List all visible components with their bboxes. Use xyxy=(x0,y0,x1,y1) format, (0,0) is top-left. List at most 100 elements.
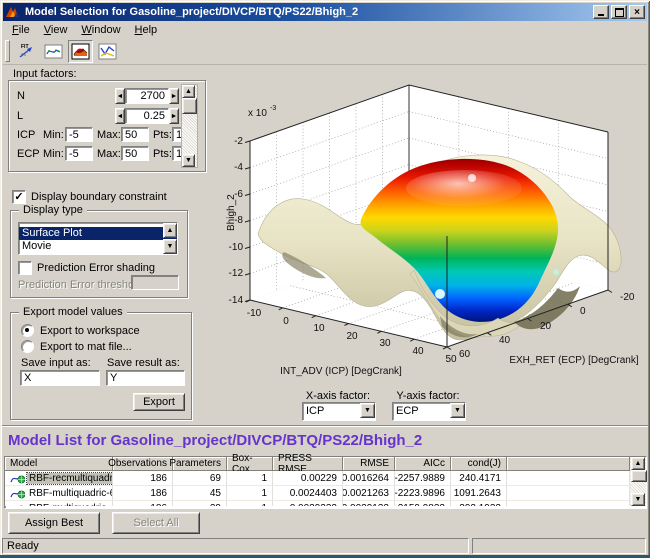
model-name[interactable]: RBF-recmultiquadric-80 xyxy=(27,473,113,484)
svg-text:-4: -4 xyxy=(234,162,243,173)
status-text: Ready xyxy=(7,540,39,552)
specular-dot xyxy=(435,289,445,299)
ecp-max-field[interactable] xyxy=(121,146,149,161)
scroll-up-button[interactable]: ▲ xyxy=(631,457,645,470)
y-axis-dropdown-arrow-icon[interactable]: ▼ xyxy=(450,403,465,418)
model-icon xyxy=(10,473,25,484)
input-factors-scrollbar[interactable]: ▲ ▼ xyxy=(181,84,198,168)
column-observations[interactable]: Observations xyxy=(113,457,173,471)
svg-text:20: 20 xyxy=(540,321,552,332)
plot-data-button[interactable] xyxy=(41,40,66,63)
list-scroll-up-button[interactable]: ▲ xyxy=(163,223,177,238)
pane-divider[interactable] xyxy=(2,425,648,427)
factor-l-label: L xyxy=(17,110,23,122)
column-boxcox[interactable]: Box-Cox xyxy=(227,457,273,471)
toolbar-grip[interactable] xyxy=(5,40,10,62)
export-workspace-row: Export to workspace xyxy=(21,324,140,337)
column-aicc[interactable]: AICc xyxy=(395,457,451,471)
icp-min-field[interactable] xyxy=(65,127,93,142)
menu-file[interactable]: File xyxy=(5,22,37,38)
cross-section-button[interactable] xyxy=(95,40,120,63)
column-model[interactable]: Model xyxy=(5,457,113,471)
prediction-error-shading-row: Prediction Error shading xyxy=(18,261,155,275)
cross-section-icon xyxy=(98,43,117,60)
n-decrement-button[interactable]: ◄ xyxy=(115,88,125,104)
select-all-button: Select All xyxy=(112,512,200,534)
status-bar: Ready xyxy=(2,538,469,554)
prediction-error-shading-checkbox[interactable] xyxy=(18,261,32,275)
surface-movie-button[interactable] xyxy=(68,40,93,63)
assign-best-button[interactable]: Assign Best xyxy=(8,512,100,534)
table-row[interactable]: RBF-recmultiquadric-80 186 69 1 0.00229 … xyxy=(5,471,630,486)
ecp-min-field[interactable] xyxy=(65,146,93,161)
menu-view[interactable]: View xyxy=(37,22,75,38)
scroll-down-button[interactable]: ▼ xyxy=(631,493,645,506)
menu-window[interactable]: Window xyxy=(74,22,127,38)
surface-movie-icon xyxy=(71,43,90,60)
table-header: Model Observations Parameters Box-Cox PR… xyxy=(5,457,630,471)
icp-max-label: Max: xyxy=(97,129,121,141)
scrollbar-thumb[interactable] xyxy=(182,98,197,114)
save-input-field[interactable] xyxy=(20,370,100,386)
svg-text:0: 0 xyxy=(283,316,289,327)
export-workspace-radio[interactable] xyxy=(21,324,34,337)
scrollbar-thumb[interactable] xyxy=(631,470,647,482)
svg-text:60: 60 xyxy=(459,349,471,360)
x-axis-factor-dropdown[interactable]: ICP ▼ xyxy=(302,402,376,421)
save-input-label: Save input as: xyxy=(21,357,91,369)
export-matfile-radio[interactable] xyxy=(21,340,34,353)
svg-text:-20: -20 xyxy=(620,292,635,303)
l-value-field[interactable] xyxy=(125,108,169,124)
svg-text:-12: -12 xyxy=(229,268,244,279)
n-increment-button[interactable]: ► xyxy=(169,88,179,104)
window-title: Model Selection for Gasoline_project/DIV… xyxy=(25,6,591,18)
fit-model-button[interactable]: FIT xyxy=(14,40,39,63)
menu-help[interactable]: Help xyxy=(128,22,165,38)
l-increment-button[interactable]: ► xyxy=(169,108,179,124)
boundary-constraint-row: Display boundary constraint xyxy=(12,190,167,204)
boundary-constraint-label: Display boundary constraint xyxy=(31,191,167,203)
model-selection-window: Model Selection for Gasoline_project/DIV… xyxy=(0,0,650,558)
l-decrement-button[interactable]: ◄ xyxy=(115,108,125,124)
export-workspace-label: Export to workspace xyxy=(40,325,140,337)
boundary-constraint-checkbox[interactable] xyxy=(12,190,26,204)
icp-max-field[interactable] xyxy=(121,127,149,142)
export-group-title: Export model values xyxy=(19,306,127,318)
display-type-group: Display type Contour Plot Surface Plot M… xyxy=(10,210,188,298)
close-button[interactable]: × xyxy=(629,5,645,19)
table-row[interactable]: RBF-multiquadric-60 186 45 1 0.0024403 0… xyxy=(5,486,630,501)
model-name[interactable]: RBF-multiquadric-40 xyxy=(27,503,113,507)
column-press-rmse[interactable]: PRESS RMSE xyxy=(273,457,343,471)
list-scroll-down-button[interactable]: ▼ xyxy=(163,239,177,254)
y-axis-label: EXH_RET (ECP) [DegCrank] xyxy=(509,355,639,366)
n-value-field[interactable] xyxy=(125,88,169,104)
display-type-listbox[interactable]: Contour Plot Surface Plot Movie ▲ ▼ xyxy=(18,222,178,255)
factor-n-label: N xyxy=(17,90,25,102)
model-name[interactable]: RBF-multiquadric-60 xyxy=(27,488,113,499)
list-item-movie[interactable]: Movie xyxy=(19,240,177,253)
x-axis-factor-label: X-axis factor: xyxy=(302,390,374,402)
svg-text:50: 50 xyxy=(445,354,457,365)
maximize-button[interactable] xyxy=(611,5,627,19)
model-icon xyxy=(10,503,25,507)
list-item-surface-plot[interactable]: Surface Plot xyxy=(19,227,177,240)
column-rmse[interactable]: RMSE xyxy=(343,457,395,471)
surface-highlight xyxy=(406,170,522,206)
save-result-field[interactable] xyxy=(106,370,185,386)
column-parameters[interactable]: Parameters xyxy=(173,457,227,471)
export-button[interactable]: Export xyxy=(133,393,185,411)
fit-model-icon: FIT xyxy=(17,43,36,60)
maximize-icon xyxy=(615,8,624,17)
table-row[interactable]: RBF-multiquadric-40 186 29 1 0.0029232 0… xyxy=(5,501,630,506)
scroll-down-button[interactable]: ▼ xyxy=(182,154,195,167)
title-bar: Model Selection for Gasoline_project/DIV… xyxy=(3,3,647,21)
minimize-button[interactable] xyxy=(593,5,609,19)
y-axis-factor-label: Y-axis factor: xyxy=(392,390,464,402)
x-axis-dropdown-arrow-icon[interactable]: ▼ xyxy=(360,403,375,418)
model-list-scrollbar[interactable]: ▲ ▼ xyxy=(630,457,646,506)
factor-ecp-label: ECP xyxy=(17,148,40,160)
x-axis-label: INT_ADV (ICP) [DegCrank] xyxy=(280,366,402,377)
y-axis-factor-dropdown[interactable]: ECP ▼ xyxy=(392,402,466,421)
column-condj[interactable]: cond(J) xyxy=(451,457,507,471)
scroll-up-button[interactable]: ▲ xyxy=(182,85,195,98)
